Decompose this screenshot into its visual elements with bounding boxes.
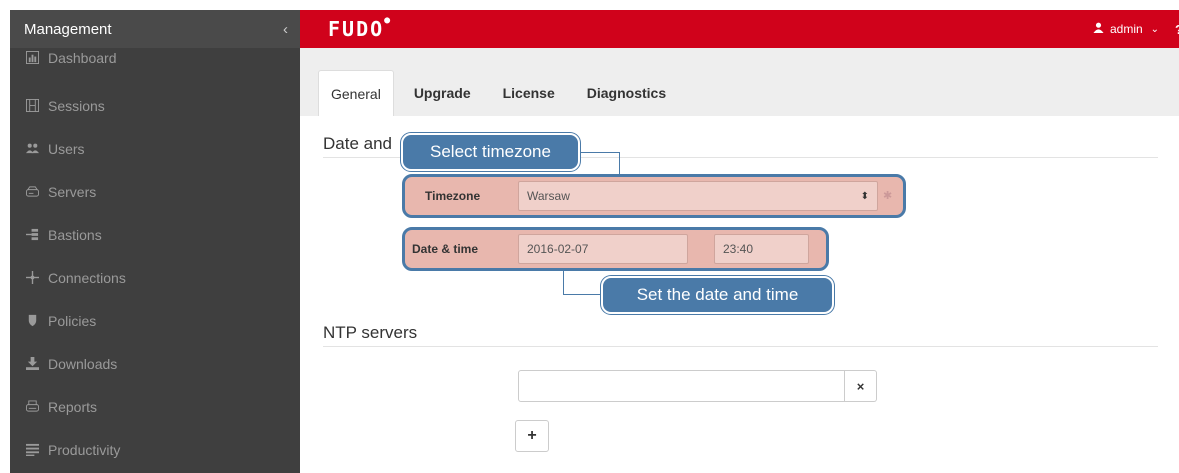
select-arrows-icon: ⬍ <box>860 190 869 202</box>
user-menu[interactable]: admin ⌄ ? <box>1093 22 1179 37</box>
sidebar-item-connections[interactable]: Connections <box>10 256 300 299</box>
sidebar: Management ‹ Dashboard Sessions Users Se… <box>10 10 300 473</box>
sidebar-item-bastions[interactable]: Bastions <box>10 213 300 256</box>
sidebar-item-label: Servers <box>48 183 97 200</box>
sidebar-header: Management ‹ <box>10 10 300 48</box>
sidebar-item-label: Sessions <box>48 97 105 114</box>
timezone-callout-connector <box>578 152 620 176</box>
sidebar-item-reports[interactable]: Reports <box>10 385 300 428</box>
sidebar-item-label: Bastions <box>48 226 102 243</box>
sidebar-item-label: Connections <box>48 269 126 286</box>
list-icon <box>24 443 40 457</box>
download-icon <box>24 357 40 371</box>
logo-dot-icon: ● <box>384 15 393 26</box>
user-icon <box>1093 22 1104 36</box>
tabs: General Upgrade License Diagnostics <box>318 70 678 116</box>
sidebar-item-dashboard[interactable]: Dashboard <box>10 48 300 84</box>
help-icon[interactable]: ? <box>1175 22 1179 37</box>
bar-chart-icon <box>24 50 40 64</box>
chevron-down-icon: ⌄ <box>1150 23 1160 35</box>
date-section-title: Date and <box>323 134 392 153</box>
user-name: admin <box>1109 22 1143 36</box>
gear-icon[interactable]: ✱ <box>883 189 892 202</box>
collapse-sidebar-icon[interactable]: ‹ <box>283 21 288 38</box>
sidebar-item-productivity[interactable]: Productivity <box>10 428 300 471</box>
sidebar-item-label: Downloads <box>48 355 118 372</box>
logo-text: FUDO <box>328 17 385 41</box>
time-input[interactable]: 23:40 <box>714 234 809 264</box>
datetime-callout-connector <box>563 271 605 295</box>
connections-icon <box>24 271 40 285</box>
date-input[interactable]: 2016-02-07 <box>518 234 688 264</box>
sidebar-item-servers[interactable]: Servers <box>10 170 300 213</box>
sidebar-item-sessions[interactable]: Sessions <box>10 84 300 127</box>
tab-diagnostics[interactable]: Diagnostics <box>575 70 678 116</box>
sidebar-item-label: Policies <box>48 312 97 329</box>
timezone-label: Timezone <box>425 189 481 203</box>
datetime-label: Date & time <box>412 242 479 256</box>
tab-general[interactable]: General <box>318 70 394 116</box>
timezone-callout: Select timezone <box>401 133 580 171</box>
sidebar-item-label: Reports <box>48 398 98 415</box>
timezone-select[interactable]: Warsaw ⬍ <box>518 181 878 211</box>
film-icon <box>24 99 40 113</box>
add-ntp-button[interactable]: + <box>515 420 549 452</box>
tab-license[interactable]: License <box>491 70 567 116</box>
ntp-section-title: NTP servers <box>323 323 418 342</box>
fudo-logo[interactable]: FUDO ● <box>328 15 390 41</box>
ntp-section-divider <box>323 346 1158 347</box>
sidebar-item-policies[interactable]: Policies <box>10 299 300 342</box>
ntp-server-input[interactable] <box>518 370 845 402</box>
tab-bar: General Upgrade License Diagnostics <box>300 48 1179 116</box>
plus-icon: + <box>527 427 537 444</box>
printer-icon <box>24 400 40 414</box>
sidebar-item-label: Productivity <box>48 441 121 458</box>
datetime-callout: Set the date and time <box>601 276 834 314</box>
sidebar-item-label: Dashboard <box>48 50 117 66</box>
timezone-selected-value: Warsaw <box>527 189 570 203</box>
sidebar-item-label: Users <box>48 140 85 157</box>
sidebar-item-users[interactable]: Users <box>10 127 300 170</box>
tab-upgrade[interactable]: Upgrade <box>402 70 483 116</box>
remove-ntp-button[interactable]: × <box>845 370 877 402</box>
top-bar: FUDO● admin ⌄ ? <box>300 10 1179 48</box>
close-icon: × <box>856 378 865 394</box>
users-icon <box>24 142 40 156</box>
server-icon <box>24 185 40 199</box>
bastion-icon <box>24 228 40 242</box>
sidebar-title: Management <box>24 20 112 38</box>
sidebar-item-downloads[interactable]: Downloads <box>10 342 300 385</box>
shield-icon <box>24 314 40 328</box>
